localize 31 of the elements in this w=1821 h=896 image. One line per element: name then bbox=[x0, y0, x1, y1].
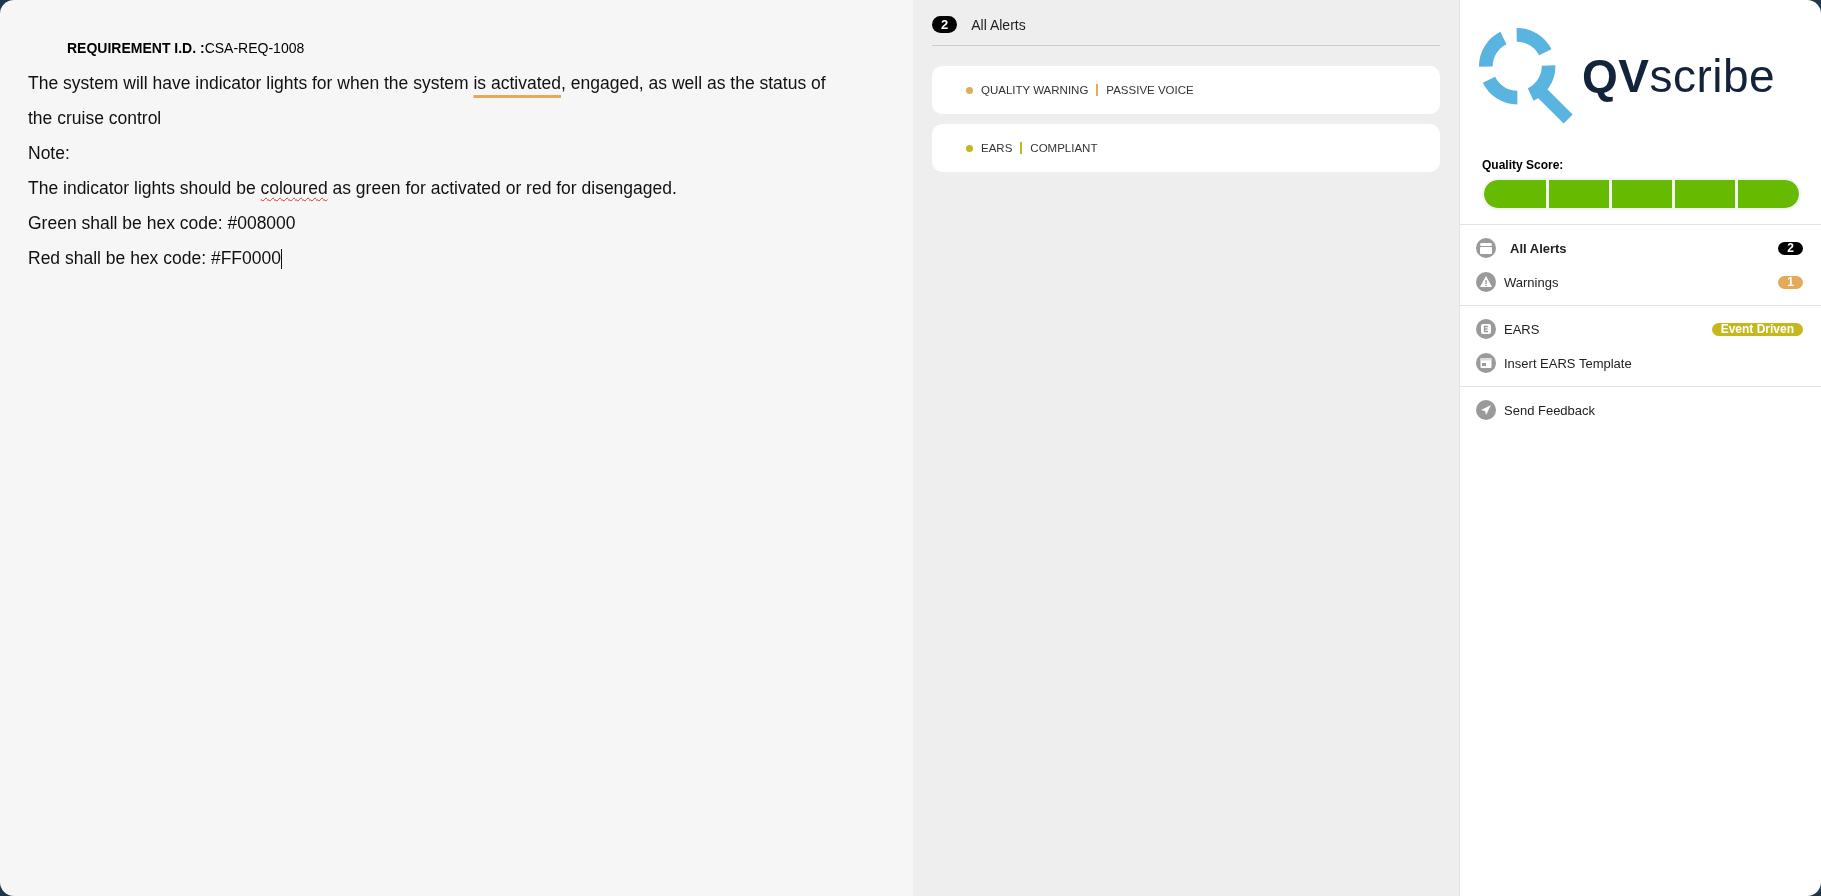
paragraph-text: Red shall be hex code: #FF0000 bbox=[28, 247, 283, 272]
alert-category: EARS bbox=[981, 142, 1013, 154]
alert-category: QUALITY WARNING bbox=[981, 84, 1089, 96]
paragraph-text: Note: bbox=[28, 142, 71, 165]
sidebar-item[interactable]: Send Feedback bbox=[1460, 393, 1821, 427]
count-badge: 2 bbox=[1778, 241, 1803, 255]
alert-card[interactable]: EARS COMPLIANT bbox=[932, 124, 1440, 172]
alert-detail: PASSIVE VOICE bbox=[1106, 84, 1194, 96]
warning-icon bbox=[1476, 272, 1496, 292]
count-badge: Event Driven bbox=[1711, 322, 1803, 336]
requirement-id: REQUIREMENT I.D. :CSA-REQ-1008 bbox=[66, 40, 306, 56]
sidebar-item[interactable]: Insert EARS Template bbox=[1460, 346, 1821, 380]
alert-count: 2 bbox=[932, 16, 958, 33]
alert-card[interactable]: QUALITY WARNING PASSIVE VOICE bbox=[932, 66, 1440, 114]
logo-text: QVscribe bbox=[1582, 49, 1776, 103]
calendar-icon bbox=[1476, 353, 1496, 373]
paragraph-text: The system will have indicator lights for when the system is activated, engaged, as well as the status of the cruise control bbox=[28, 72, 827, 130]
letter-e-icon bbox=[1476, 319, 1496, 339]
alert-detail: COMPLIANT bbox=[1030, 142, 1098, 154]
count-badge: 1 bbox=[1778, 275, 1803, 289]
paragraph-text: Green shall be hex code: #008000 bbox=[28, 212, 297, 235]
document-editor[interactable] bbox=[0, 0, 913, 896]
quality-score-label: Quality Score: bbox=[1481, 157, 1565, 172]
sidebar-item[interactable]: Warnings 1 bbox=[1460, 265, 1821, 299]
sidebar-item[interactable]: All Alerts 2 bbox=[1460, 231, 1821, 265]
alerts-title: All Alerts bbox=[971, 16, 1026, 33]
send-icon bbox=[1476, 400, 1496, 420]
inbox-icon bbox=[1476, 238, 1496, 258]
paragraph-text: The indicator lights should be coloured as green for activated or red for disengaged. bbox=[28, 177, 678, 200]
sidebar-item[interactable]: EARS Event Driven bbox=[1460, 312, 1821, 346]
magnifier-logo-icon bbox=[1478, 26, 1576, 126]
